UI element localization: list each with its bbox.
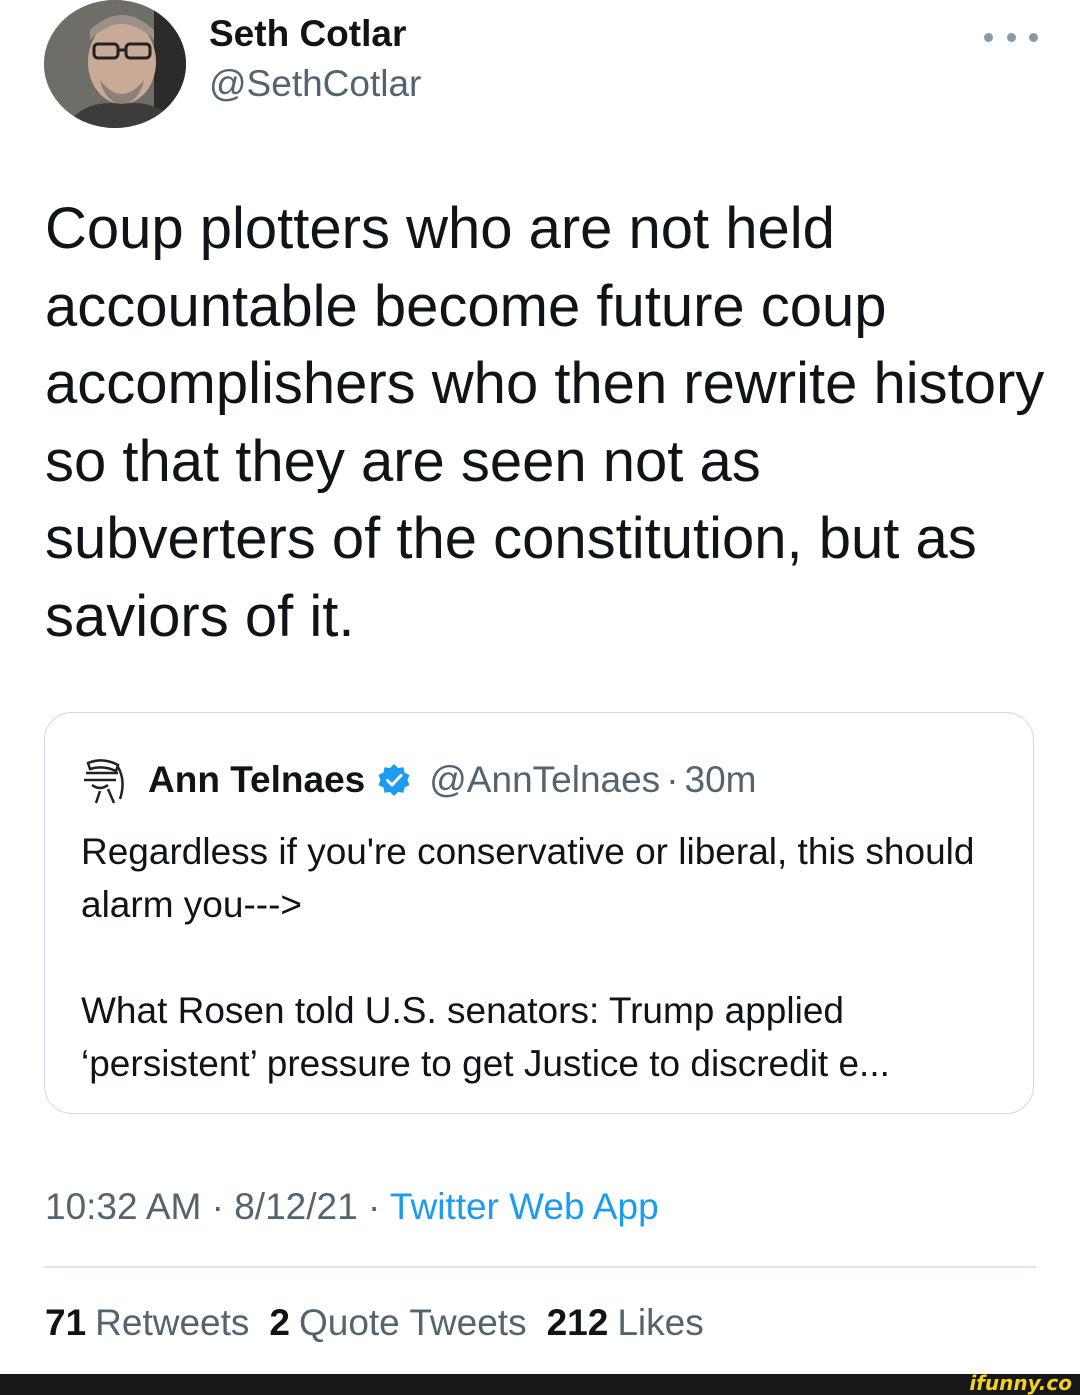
divider [44,1266,1036,1268]
more-horizontal-icon-dot [1006,32,1016,42]
tweet-date[interactable]: 8/12/21 [234,1186,357,1227]
tweet-time[interactable]: 10:32 AM [45,1186,201,1227]
quoted-author-avatar[interactable] [78,755,128,805]
verified-badge-icon [377,763,411,797]
more-horizontal-icon [984,32,993,42]
meta-separator: · [367,1186,381,1227]
quoted-tweet-body: Regardless if you're conservative or lib… [81,825,1011,1090]
retweets-stat[interactable]: 71 Retweets [45,1300,249,1346]
quoted-tweet-paragraph-2: What Rosen told U.S. senators: Trump app… [81,990,890,1084]
more-options-button[interactable] [984,22,1038,52]
tweet-meta: 10:32 AM · 8/12/21 · Twitter Web App [45,1184,659,1230]
quoted-separator: · [666,759,679,800]
ifunny-watermark: ifunny.co [969,1371,1072,1395]
author-handle[interactable]: @SethCotlar [209,62,421,106]
quote-tweets-count: 2 [269,1302,290,1343]
tweet-text: Coup plotters who are not held accountab… [45,196,1045,649]
author-avatar[interactable] [44,0,186,128]
quoted-tweet-header: Ann Telnaes @AnnTelnaes · 30m [148,757,757,803]
tweet-source-link[interactable]: Twitter Web App [390,1186,659,1227]
quoted-tweet-card[interactable]: Ann Telnaes @AnnTelnaes · 30m Regardless… [44,712,1034,1114]
quoted-author-name[interactable]: Ann Telnaes [148,759,365,801]
author-name[interactable]: Seth Cotlar [209,12,406,56]
tweet-stats: 71 Retweets 2 Quote Tweets 212 Likes [45,1300,724,1346]
likes-stat[interactable]: 212 Likes [547,1300,704,1346]
retweets-label: Retweets [95,1302,250,1343]
quoted-tweet-paragraph-1: Regardless if you're conservative or lib… [81,831,975,925]
quoted-timestamp[interactable]: 30m [685,759,757,801]
footer-bar [0,1374,1080,1395]
likes-count: 212 [546,1302,609,1343]
retweets-count: 71 [45,1302,87,1343]
likes-label: Likes [617,1302,704,1343]
more-horizontal-icon-dot [1029,32,1038,42]
quoted-author-handle[interactable]: @AnnTelnaes [429,759,660,801]
meta-separator: · [211,1186,224,1227]
quote-tweets-stat[interactable]: 2 Quote Tweets [269,1300,526,1346]
quote-tweets-label: Quote Tweets [298,1302,527,1343]
